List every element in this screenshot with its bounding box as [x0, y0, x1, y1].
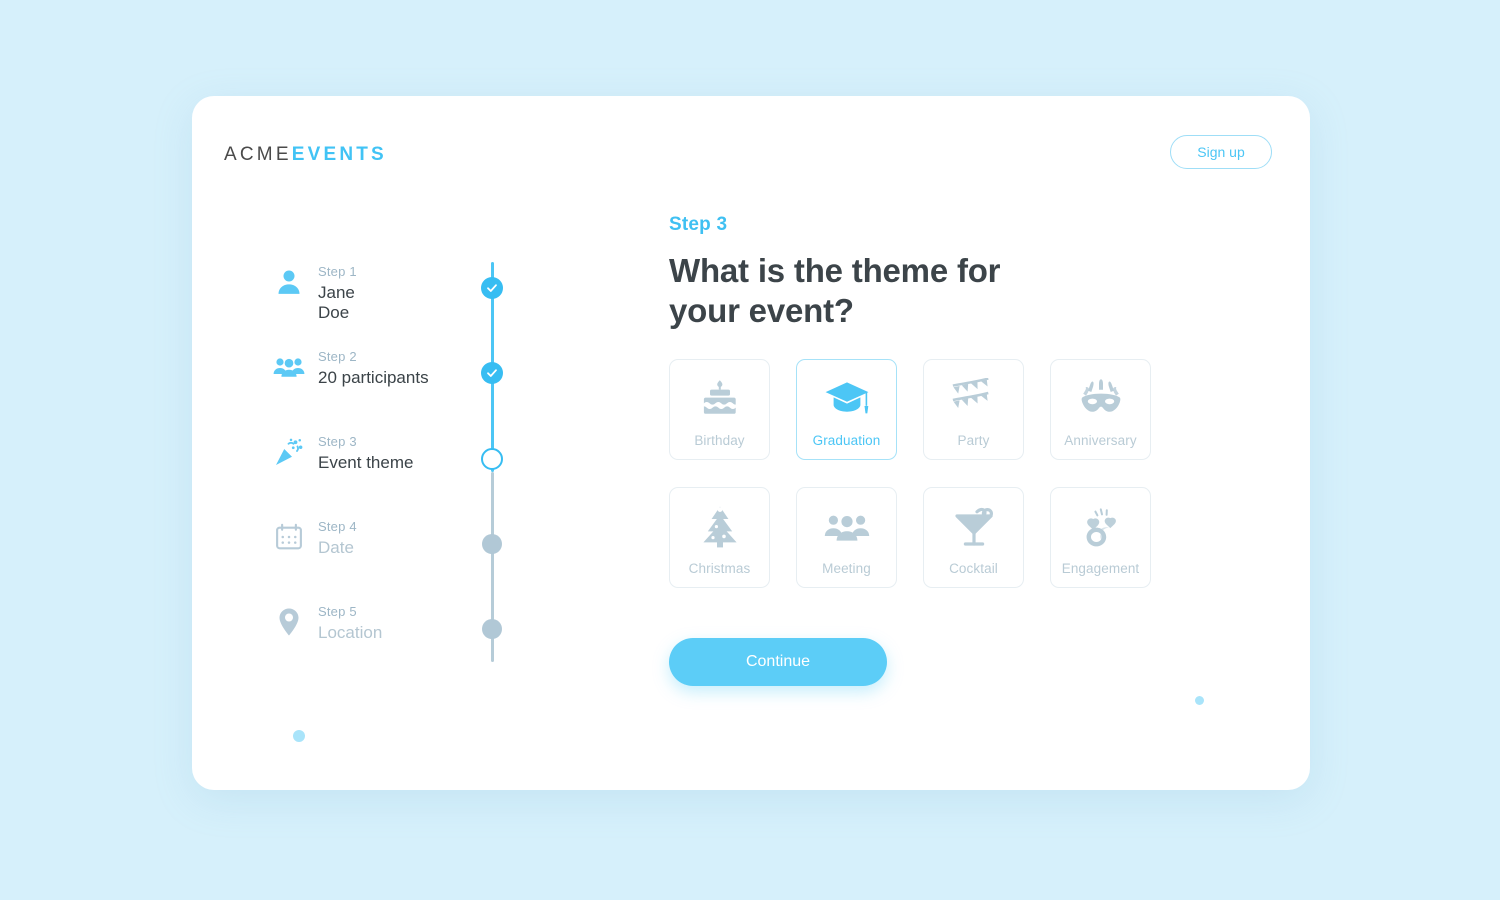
- progress-timeline: [480, 262, 504, 662]
- brand-logo: ACMEEVENTS: [224, 144, 387, 166]
- party-popper-icon: [272, 435, 306, 469]
- theme-label-cocktail: Cocktail: [949, 560, 998, 576]
- theme-card-engagement[interactable]: Engagement: [1050, 487, 1151, 588]
- theme-label-graduation: Graduation: [812, 432, 881, 448]
- stepper-item-5-number: Step 5: [318, 604, 357, 619]
- calendar-icon: [272, 520, 306, 554]
- stepper-item-3[interactable]: Step 3 Event theme: [272, 431, 602, 516]
- check-icon: [487, 369, 497, 377]
- timeline-marker-step-1[interactable]: [481, 277, 503, 299]
- masquerade-mask-icon: [1078, 376, 1124, 422]
- user-icon: [272, 265, 306, 299]
- bunting-flags-icon: [950, 376, 998, 422]
- graduation-cap-icon: [824, 376, 870, 422]
- decorative-dot-left: [293, 730, 305, 742]
- theme-label-birthday: Birthday: [694, 432, 745, 448]
- stepper-item-2[interactable]: Step 2 20 participants: [272, 346, 602, 431]
- theme-label-anniversary: Anniversary: [1064, 432, 1137, 448]
- decorative-dot-right: [1195, 696, 1204, 705]
- main-panel: Step 3 What is the theme for your event?…: [669, 214, 1229, 686]
- stepper-item-3-number: Step 3: [318, 434, 357, 449]
- cocktail-glass-icon: [952, 504, 996, 550]
- theme-card-graduation[interactable]: Graduation: [796, 359, 897, 460]
- stepper-item-4-text: Step 4 Date: [318, 516, 357, 558]
- stepper-item-5-value: Location: [318, 623, 383, 642]
- participants-icon: [272, 350, 306, 384]
- stepper-item-4-value: Date: [318, 538, 354, 557]
- engagement-rings-icon: [1078, 504, 1124, 550]
- check-icon: [487, 284, 497, 292]
- stepper-list: Step 1 Jane Doe Step 2 20 participants S…: [272, 261, 602, 686]
- app-card: ACMEEVENTS Sign up Step 1 Jane Doe Step …: [192, 96, 1310, 790]
- birthday-cake-icon: [697, 376, 743, 422]
- theme-label-party: Party: [957, 432, 990, 448]
- theme-card-birthday[interactable]: Birthday: [669, 359, 770, 460]
- timeline-marker-step-5[interactable]: [482, 619, 502, 639]
- stepper-item-1-value: Jane Doe: [318, 283, 355, 322]
- theme-card-meeting[interactable]: Meeting: [796, 487, 897, 588]
- stepper-item-3-text: Step 3 Event theme: [318, 431, 413, 473]
- people-group-icon: [824, 504, 870, 550]
- theme-card-party[interactable]: Party: [923, 359, 1024, 460]
- timeline-marker-step-2[interactable]: [481, 362, 503, 384]
- sign-up-button[interactable]: Sign up: [1170, 135, 1272, 169]
- brand-primary-text: ACME: [224, 144, 292, 165]
- continue-button[interactable]: Continue: [669, 638, 887, 686]
- stepper-item-2-value: 20 participants: [318, 368, 429, 387]
- brand-secondary-text: EVENTS: [291, 144, 387, 165]
- theme-label-christmas: Christmas: [688, 560, 751, 576]
- stepper-item-5-text: Step 5 Location: [318, 601, 382, 643]
- theme-card-cocktail[interactable]: Cocktail: [923, 487, 1024, 588]
- theme-card-anniversary[interactable]: Anniversary: [1050, 359, 1151, 460]
- stepper-item-4-number: Step 4: [318, 519, 357, 534]
- stepper-item-3-value: Event theme: [318, 453, 414, 472]
- theme-label-meeting: Meeting: [822, 560, 871, 576]
- timeline-marker-step-4[interactable]: [482, 534, 502, 554]
- stepper-item-1-number: Step 1: [318, 264, 357, 279]
- theme-label-engagement: Engagement: [1061, 560, 1140, 576]
- stepper-item-2-number: Step 2: [318, 349, 357, 364]
- stepper-item-1[interactable]: Step 1 Jane Doe: [272, 261, 602, 346]
- stepper-item-5[interactable]: Step 5 Location: [272, 601, 602, 686]
- theme-grid: Birthday Graduation Party Anniversary Ch…: [669, 359, 1229, 588]
- step-eyebrow: Step 3: [669, 214, 728, 235]
- timeline-marker-step-3[interactable]: [481, 448, 503, 470]
- theme-card-christmas[interactable]: Christmas: [669, 487, 770, 588]
- stepper-item-4[interactable]: Step 4 Date: [272, 516, 602, 601]
- page-title: What is the theme for your event?: [669, 252, 1001, 329]
- stepper-item-2-text: Step 2 20 participants: [318, 346, 429, 388]
- christmas-tree-icon: [698, 504, 742, 550]
- location-pin-icon: [272, 605, 306, 639]
- stepper-item-1-text: Step 1 Jane Doe: [318, 261, 357, 323]
